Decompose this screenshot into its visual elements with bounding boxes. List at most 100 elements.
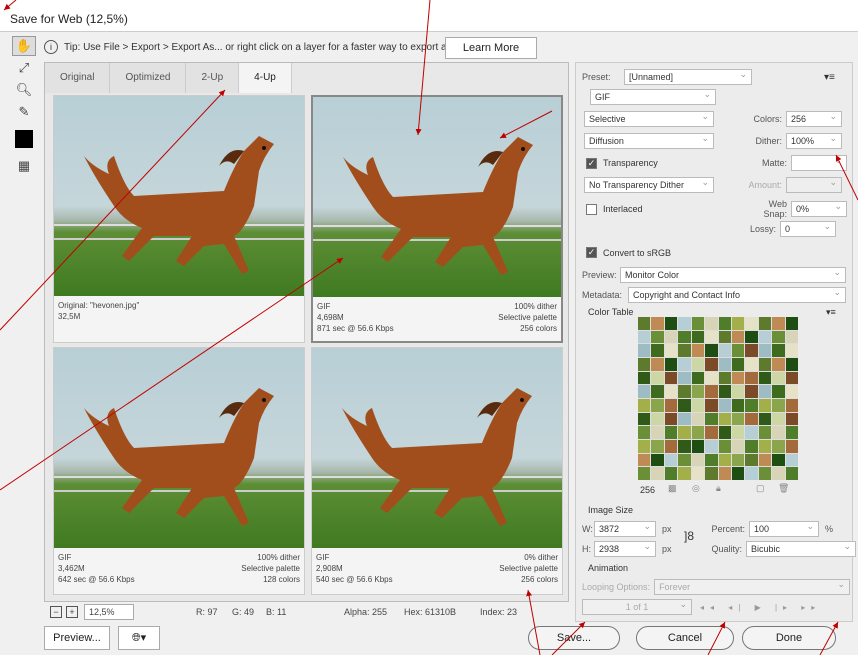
srgb-checkbox[interactable]: ✓ — [586, 247, 597, 258]
color-swatch[interactable] — [718, 371, 731, 385]
color-swatch[interactable] — [651, 330, 664, 344]
color-swatch[interactable] — [678, 344, 691, 357]
color-swatch[interactable] — [705, 398, 718, 412]
color-swatch[interactable] — [651, 467, 664, 480]
lock-color-icon[interactable]: 🔒︎ — [716, 483, 721, 494]
color-swatch[interactable] — [678, 453, 691, 467]
preview-button[interactable]: Preview... — [44, 626, 110, 650]
color-swatch[interactable] — [785, 426, 798, 439]
color-swatch[interactable] — [638, 357, 651, 371]
color-swatch[interactable] — [664, 453, 678, 467]
color-swatch[interactable] — [731, 439, 745, 453]
width-input[interactable]: 3872 — [594, 521, 656, 537]
color-swatch[interactable] — [691, 426, 705, 439]
color-swatch[interactable] — [785, 453, 798, 467]
color-swatch[interactable] — [772, 412, 785, 426]
new-color-icon[interactable]: ▢ — [756, 483, 765, 494]
color-swatch[interactable] — [678, 412, 691, 426]
color-swatch[interactable] — [758, 412, 772, 426]
dither-input[interactable]: 100% — [786, 133, 842, 149]
preset-select[interactable]: [Unnamed] — [624, 69, 752, 85]
color-swatch[interactable] — [664, 412, 678, 426]
tab-original[interactable]: Original — [45, 63, 111, 93]
tab-4-up[interactable]: 4-Up — [239, 63, 292, 93]
color-swatch[interactable] — [664, 317, 678, 330]
color-swatch[interactable] — [664, 371, 678, 385]
color-swatch[interactable] — [638, 467, 651, 480]
color-swatch[interactable] — [772, 344, 785, 357]
reduction-select[interactable]: Selective — [584, 111, 714, 127]
color-swatch[interactable] — [638, 317, 651, 330]
color-swatch[interactable] — [731, 453, 745, 467]
color-swatch[interactable] — [705, 412, 718, 426]
color-swatch[interactable] — [772, 439, 785, 453]
web-shift-icon[interactable]: ◎ — [692, 483, 700, 494]
color-swatch[interactable] — [731, 467, 745, 480]
color-swatch[interactable] — [731, 385, 745, 398]
color-swatch[interactable] — [664, 426, 678, 439]
color-swatch[interactable] — [758, 467, 772, 480]
format-select[interactable]: GIF — [590, 89, 716, 105]
transparency-dither-select[interactable]: No Transparency Dither — [584, 177, 714, 193]
color-swatch[interactable] — [678, 467, 691, 480]
color-swatch[interactable] — [758, 357, 772, 371]
color-swatch[interactable] — [638, 344, 651, 357]
color-swatch[interactable] — [651, 426, 664, 439]
color-swatch[interactable] — [705, 426, 718, 439]
color-table-grid[interactable] — [638, 317, 798, 480]
color-swatch[interactable] — [651, 439, 664, 453]
preview-mode-select[interactable]: Monitor Color — [620, 267, 846, 283]
color-swatch[interactable] — [745, 344, 758, 357]
interlaced-checkbox[interactable] — [586, 203, 597, 215]
quality-select[interactable]: Bicubic — [746, 541, 857, 557]
color-swatch[interactable] — [651, 371, 664, 385]
done-button[interactable]: Done — [742, 626, 836, 650]
preview-pane-original[interactable]: Original: "hevonen.jpg" 32,5M — [53, 95, 305, 343]
color-swatch[interactable] — [745, 385, 758, 398]
tab-optimized[interactable]: Optimized — [110, 63, 187, 93]
preview-pane-optimized-2[interactable]: GIF 3,462M 642 sec @ 56.6 Kbps 100% dither S… — [53, 347, 305, 595]
color-swatch[interactable] — [705, 467, 718, 480]
color-swatch[interactable] — [664, 398, 678, 412]
color-swatch[interactable] — [664, 467, 678, 480]
color-swatch[interactable] — [705, 330, 718, 344]
color-swatch[interactable] — [691, 344, 705, 357]
color-swatch[interactable] — [772, 426, 785, 439]
color-swatch[interactable] — [758, 439, 772, 453]
color-swatch[interactable] — [772, 467, 785, 480]
color-swatch[interactable] — [785, 344, 798, 357]
color-swatch[interactable] — [678, 317, 691, 330]
color-swatch[interactable] — [691, 317, 705, 330]
slice-select-tool-icon[interactable]: ⤢ — [12, 58, 36, 78]
color-swatch[interactable] — [731, 426, 745, 439]
color-swatch[interactable] — [745, 439, 758, 453]
color-swatch[interactable] — [664, 385, 678, 398]
color-swatch[interactable] — [691, 453, 705, 467]
color-swatch[interactable] — [758, 398, 772, 412]
lossy-input[interactable]: 0 — [780, 221, 836, 237]
color-swatch[interactable] — [745, 467, 758, 480]
color-swatch[interactable] — [718, 357, 731, 371]
color-swatch[interactable] — [651, 344, 664, 357]
color-swatch[interactable] — [718, 385, 731, 398]
color-swatch[interactable] — [785, 371, 798, 385]
percent-input[interactable]: 100 — [749, 521, 820, 537]
color-swatch[interactable] — [758, 317, 772, 330]
color-swatch[interactable] — [678, 426, 691, 439]
color-swatch[interactable] — [638, 398, 651, 412]
color-swatch[interactable] — [745, 412, 758, 426]
color-swatch[interactable] — [638, 371, 651, 385]
color-swatch[interactable] — [691, 385, 705, 398]
delete-color-icon[interactable]: 🗑︎ — [778, 483, 789, 494]
color-swatch[interactable] — [651, 357, 664, 371]
zoom-in-button[interactable]: + — [66, 606, 78, 618]
color-swatch[interactable] — [651, 412, 664, 426]
color-swatch[interactable] — [678, 371, 691, 385]
websnap-input[interactable]: 0% — [791, 201, 847, 217]
color-swatch[interactable] — [772, 385, 785, 398]
hand-tool-icon[interactable]: ✋ — [12, 36, 36, 56]
zoom-level-select[interactable]: 12,5% — [84, 604, 134, 620]
cancel-button[interactable]: Cancel — [636, 626, 734, 650]
preview-pane-optimized-3[interactable]: GIF 2,908M 540 sec @ 56.6 Kbps 0% dither Sel… — [311, 347, 563, 595]
color-swatch[interactable] — [718, 439, 731, 453]
